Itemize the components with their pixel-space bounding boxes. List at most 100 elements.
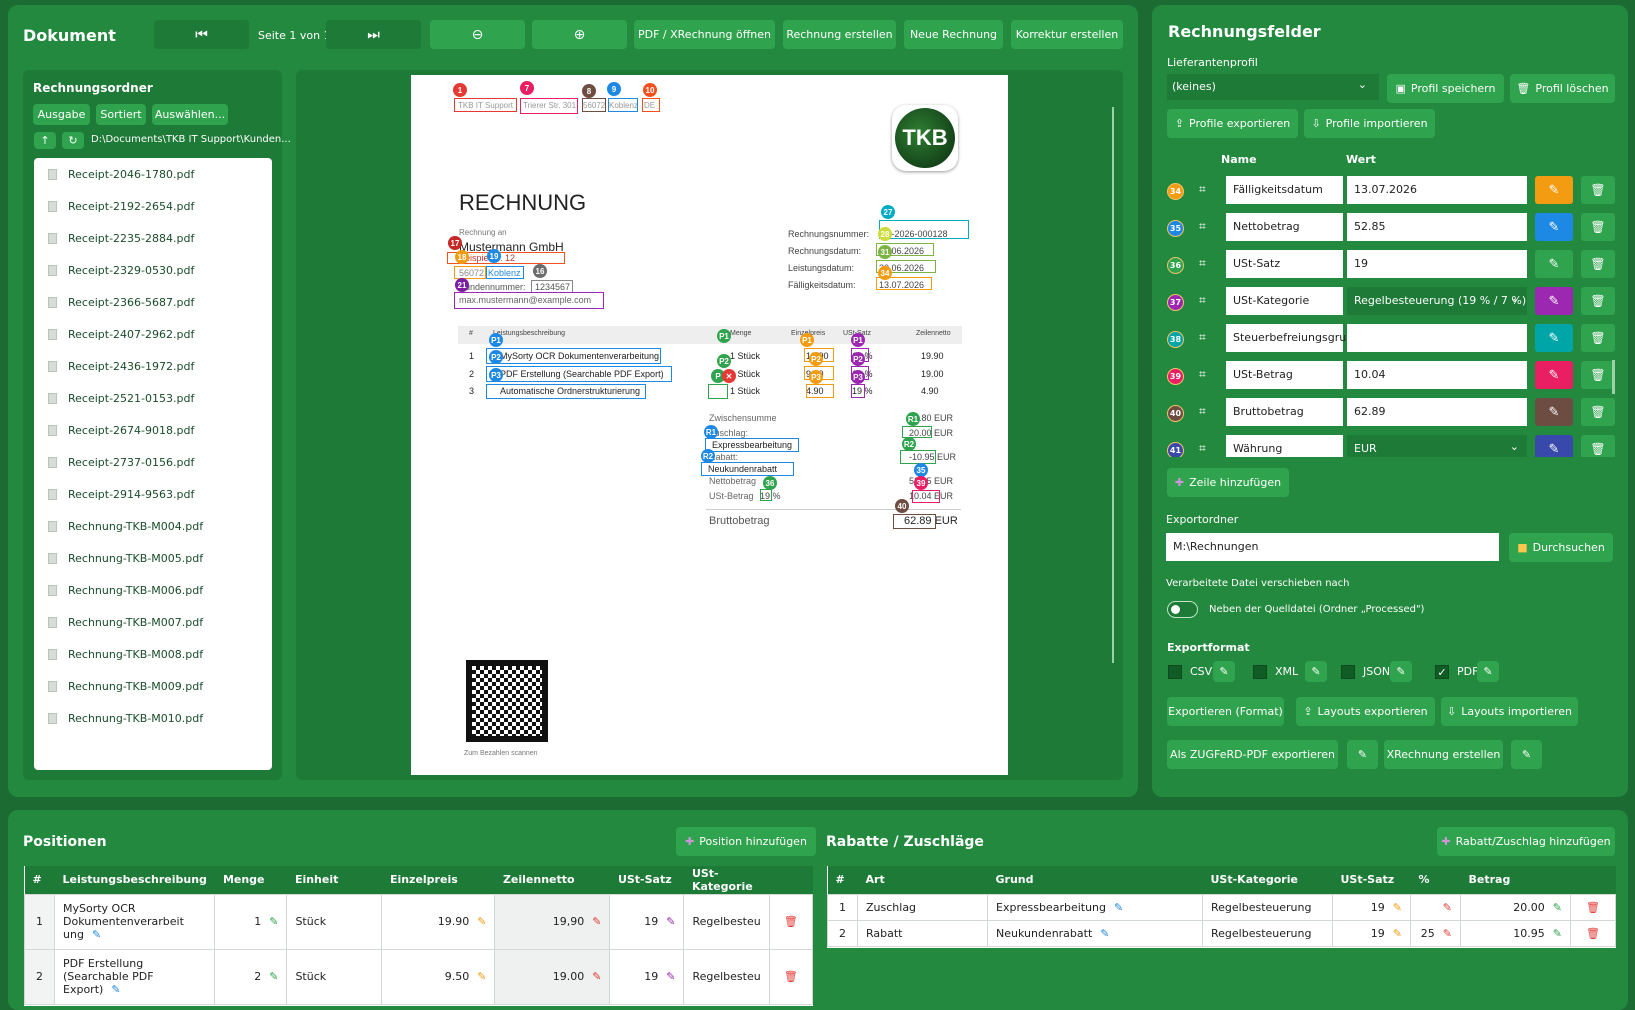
delete-profile-button[interactable]: 🗑 Profil löschen: [1510, 74, 1615, 103]
move-toggle[interactable]: [1167, 601, 1198, 618]
file-list-item[interactable]: Rechnung-TKB-M006.pdf: [34, 574, 272, 606]
discounts-cell[interactable]: Expressbearbeitung ✎: [987, 893, 1203, 921]
delete-row-button[interactable]: 🗑: [1581, 287, 1615, 315]
tag-icon[interactable]: ⌗: [1199, 330, 1206, 345]
field-value-input[interactable]: EUR ⌄: [1347, 435, 1527, 457]
pencil-icon[interactable]: ✎: [592, 970, 601, 983]
table-row[interactable]: 1 Zuschlag Expressbearbeitung ✎ Regelbesteue…: [827, 893, 1616, 921]
file-list-item[interactable]: Rechnung-TKB-M005.pdf: [34, 542, 272, 574]
positions-cell[interactable]: MySorty OCR Dokumentenverarbeit ung ✎: [53, 893, 216, 950]
field-value-input[interactable]: 10.04: [1347, 361, 1527, 389]
tag-icon[interactable]: ⌗: [1199, 404, 1206, 419]
fields-scrollbar[interactable]: [1612, 360, 1615, 394]
zugferd-button[interactable]: Als ZUGFeRD-PDF exportieren: [1167, 740, 1338, 769]
field-value-input[interactable]: 52.85: [1347, 213, 1527, 241]
tag-icon[interactable]: ⌗: [1199, 367, 1206, 382]
positions-cell[interactable]: 19 ✎: [609, 948, 685, 1005]
pencil-icon[interactable]: ✎: [269, 915, 278, 928]
format-edit-button[interactable]: ✎: [1305, 661, 1327, 682]
file-list-item[interactable]: Rechnung-TKB-M009.pdf: [34, 670, 272, 702]
browse-button[interactable]: ■ Durchsuchen: [1509, 533, 1613, 562]
delete-row-button[interactable]: 🗑: [1581, 435, 1615, 457]
file-list-item[interactable]: Receipt-2235-2884.pdf: [34, 222, 272, 254]
file-list-item[interactable]: Receipt-2674-9018.pdf: [34, 414, 272, 446]
xrechnung-button[interactable]: XRechnung erstellen: [1384, 740, 1503, 769]
export-folder-input[interactable]: M:\Rechnungen: [1166, 533, 1499, 561]
delete-discount-cell[interactable]: 🗑: [1570, 919, 1616, 947]
color-pick-button[interactable]: ✎: [1535, 324, 1573, 352]
delete-position-cell[interactable]: 🗑: [768, 948, 813, 1005]
trash-icon[interactable]: 🗑: [1586, 901, 1600, 914]
discounts-cell[interactable]: Regelbesteuerung: [1202, 919, 1333, 947]
export-profiles-button[interactable]: ⇪ Profile exportieren: [1167, 109, 1298, 138]
ocr-box-10[interactable]: [642, 98, 660, 112]
positions-cell[interactable]: Stück: [286, 893, 383, 950]
pencil-icon[interactable]: ✎: [92, 928, 101, 941]
positions-cell[interactable]: 9.50 ✎: [381, 948, 496, 1005]
color-pick-button[interactable]: ✎: [1535, 250, 1573, 278]
ocr-box-1[interactable]: [454, 98, 517, 112]
file-list-item[interactable]: Receipt-2192-2654.pdf: [34, 190, 272, 222]
ocr-box-15[interactable]: [454, 266, 486, 279]
pencil-icon[interactable]: ✎: [1443, 927, 1452, 940]
color-pick-button[interactable]: ✎: [1535, 398, 1573, 426]
discounts-cell[interactable]: ✎: [1410, 893, 1461, 921]
table-row[interactable]: 1 MySorty OCR Dokumentenverarbeit ung ✎ 1 ✎ S…: [24, 893, 813, 950]
positions-cell[interactable]: 19 ✎: [609, 893, 685, 950]
import-layouts-button[interactable]: ⇩ Layouts importieren: [1441, 697, 1578, 726]
pencil-icon[interactable]: ✎: [1393, 927, 1402, 940]
field-name-input[interactable]: Währung: [1226, 435, 1343, 457]
delete-row-button[interactable]: 🗑: [1581, 213, 1615, 241]
export-format-button[interactable]: Exportieren (Format): [1167, 697, 1284, 726]
pencil-icon[interactable]: ✎: [1114, 901, 1123, 914]
ocr-box-7[interactable]: [520, 98, 578, 114]
tab-sorted[interactable]: Sortiert: [96, 104, 146, 125]
add-discount-button[interactable]: ✚ Rabatt/Zuschlag hinzufügen: [1437, 827, 1615, 856]
pencil-icon[interactable]: ✎: [666, 915, 675, 928]
add-position-button[interactable]: ✚ Position hinzufügen: [676, 827, 816, 856]
ocr-box-email[interactable]: [454, 292, 604, 309]
new-invoice-button[interactable]: Neue Rechnung: [904, 20, 1003, 49]
viewer-scrollbar[interactable]: [1112, 107, 1114, 663]
ocr-box-vat-3[interactable]: [851, 384, 865, 398]
format-edit-button[interactable]: ✎: [1477, 661, 1499, 682]
file-list-item[interactable]: Receipt-2046-1780.pdf: [34, 158, 272, 190]
tab-output[interactable]: Ausgabe: [33, 104, 90, 125]
file-list-item[interactable]: Receipt-2329-0530.pdf: [34, 254, 272, 286]
positions-cell[interactable]: 19.90 ✎: [381, 893, 496, 950]
tab-select[interactable]: Auswählen...: [152, 104, 228, 125]
file-list-item[interactable]: Rechnung-TKB-M007.pdf: [34, 606, 272, 638]
discounts-cell[interactable]: 10.95 ✎: [1460, 919, 1571, 947]
format-checkbox-xml[interactable]: [1253, 665, 1267, 679]
field-name-input[interactable]: Nettobetrag: [1226, 213, 1343, 241]
color-pick-button[interactable]: ✎: [1535, 435, 1573, 457]
field-name-input[interactable]: USt-Betrag: [1226, 361, 1343, 389]
folder-up-button[interactable]: ↑: [34, 132, 56, 149]
field-value-input[interactable]: Regelbesteuerung (19 % / 7 %) ⌄: [1347, 287, 1527, 315]
ocr-box-p3-desc[interactable]: [486, 384, 646, 399]
pencil-icon[interactable]: ✎: [666, 970, 675, 983]
positions-cell[interactable]: 2 ✎: [214, 948, 288, 1005]
ocr-box-p1-desc[interactable]: [486, 348, 661, 364]
pencil-icon[interactable]: ✎: [477, 970, 486, 983]
pencil-icon[interactable]: ✎: [1443, 901, 1452, 914]
field-name-input[interactable]: Bruttobetrag: [1226, 398, 1343, 426]
pencil-icon[interactable]: ✎: [477, 915, 486, 928]
ocr-box-27[interactable]: [879, 220, 969, 239]
file-list-item[interactable]: Receipt-2436-1972.pdf: [34, 350, 272, 382]
tag-icon[interactable]: ⌗: [1199, 182, 1206, 197]
color-pick-button[interactable]: ✎: [1535, 287, 1573, 315]
first-page-button[interactable]: ⏮: [154, 20, 249, 49]
positions-cell[interactable]: Regelbesteu: [683, 948, 770, 1005]
refresh-button[interactable]: ↻: [62, 132, 84, 149]
field-name-input[interactable]: Fälligkeitsdatum: [1226, 176, 1343, 204]
file-list-item[interactable]: Receipt-2737-0156.pdf: [34, 446, 272, 478]
pencil-icon[interactable]: ✎: [1553, 927, 1562, 940]
format-checkbox-csv[interactable]: [1168, 665, 1182, 679]
create-invoice-button[interactable]: Rechnung erstellen: [783, 20, 896, 49]
pencil-icon[interactable]: ✎: [1393, 901, 1402, 914]
pencil-icon[interactable]: ✎: [592, 915, 601, 928]
pencil-icon[interactable]: ✎: [1100, 927, 1109, 940]
file-list-item[interactable]: Receipt-2914-9563.pdf: [34, 478, 272, 510]
table-row[interactable]: 2 PDF Erstellung (Searchable PDF Export) ✎…: [24, 948, 813, 1005]
